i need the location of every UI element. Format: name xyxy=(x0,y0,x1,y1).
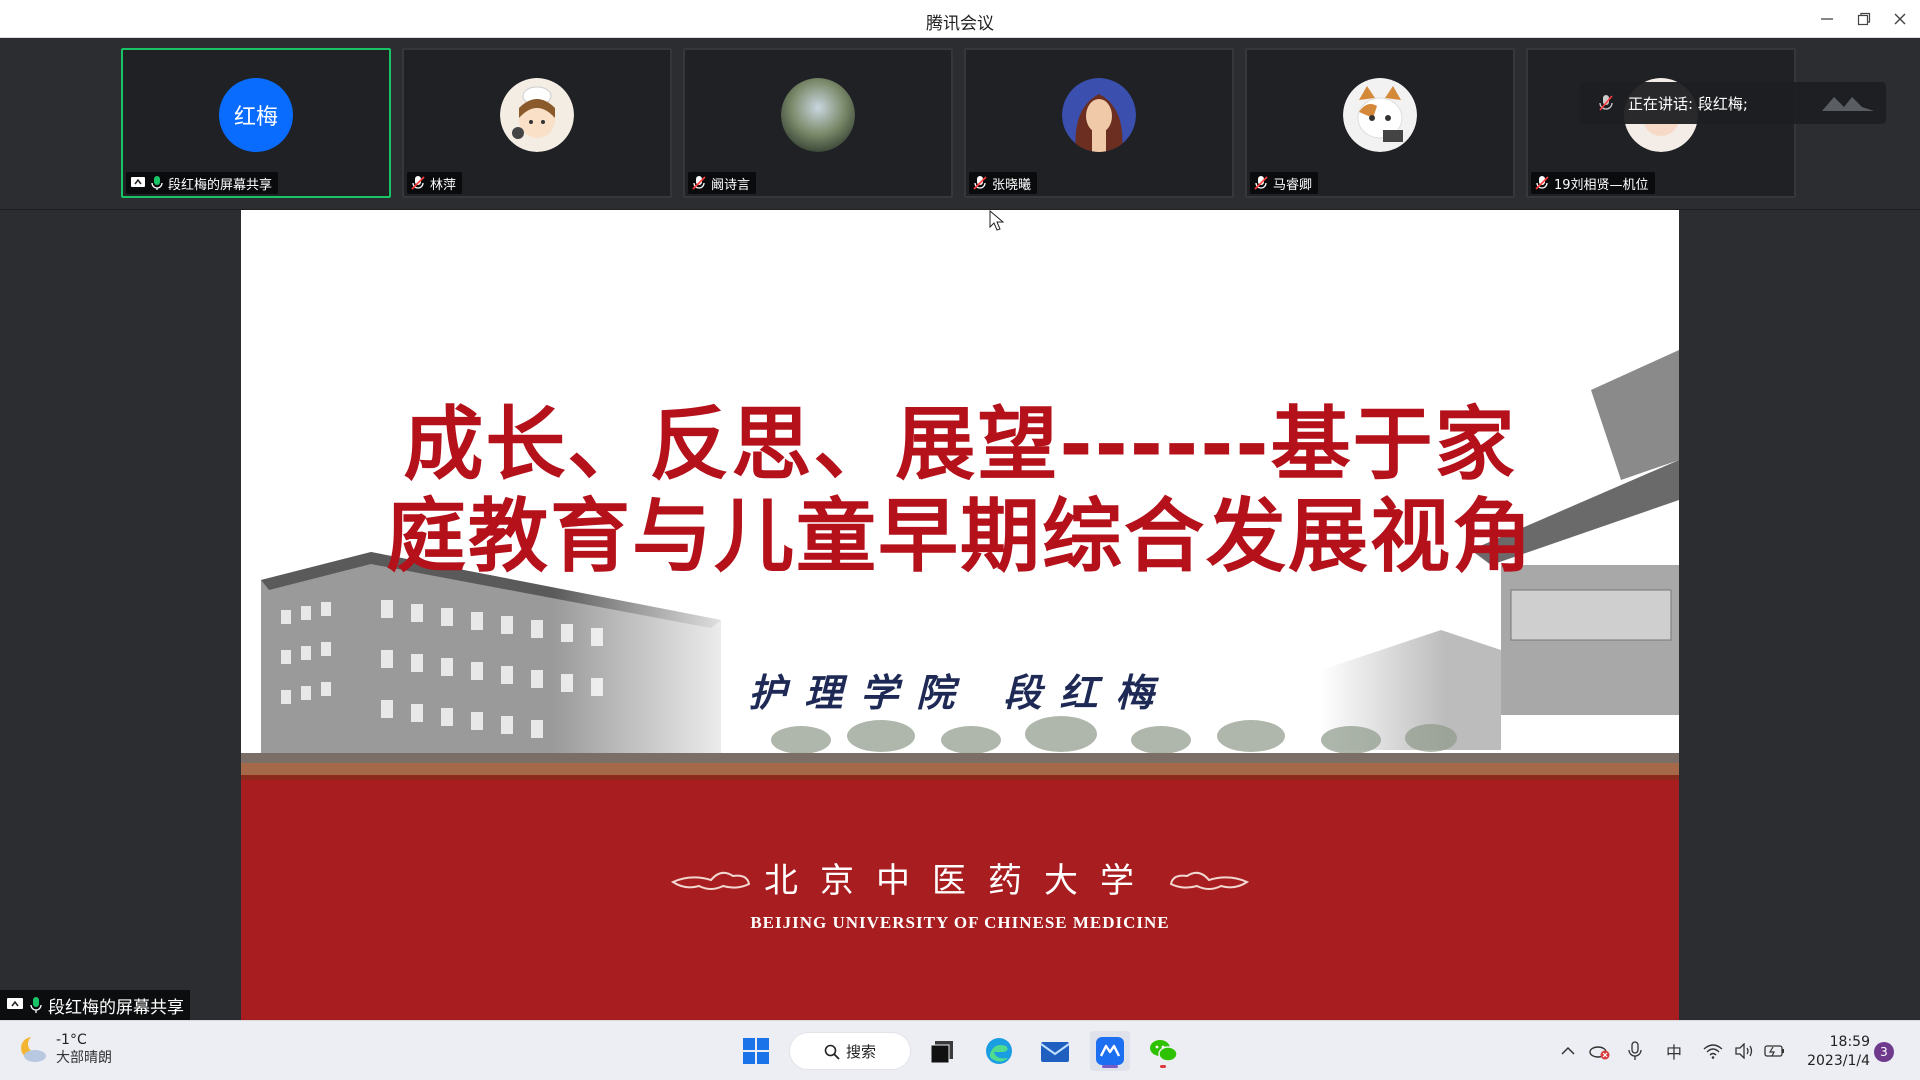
taskbar-search[interactable]: 搜索 xyxy=(789,1032,911,1070)
participant-name: 段红梅的屏幕共享 xyxy=(168,177,273,193)
input-method-button[interactable]: 中 xyxy=(1660,1021,1688,1080)
participant-tile[interactable]: 林萍 xyxy=(402,48,672,198)
cat-avatar-icon xyxy=(1343,78,1417,152)
restore-icon xyxy=(1857,12,1871,26)
microphone-icon xyxy=(1628,1041,1642,1060)
landscape-avatar-icon xyxy=(781,78,855,152)
avatar xyxy=(1343,78,1417,152)
university-name-en: BEIJING UNIVERSITY OF CHINESE MEDICINE xyxy=(750,913,1170,932)
window-title: 腾讯会议 xyxy=(926,14,994,34)
screen-share-icon xyxy=(7,998,23,1009)
notification-badge[interactable]: 3 xyxy=(1874,1042,1894,1062)
clock-date: 2023/1/4 xyxy=(1807,1053,1870,1069)
wifi-icon xyxy=(1703,1044,1723,1059)
name-tag: 张晓曦 xyxy=(969,172,1038,194)
mic-active-icon xyxy=(151,176,163,190)
running-indicator xyxy=(1102,1065,1118,1068)
running-indicator xyxy=(1160,1065,1166,1068)
name-tag: 19刘相贤—机位 xyxy=(1531,172,1655,194)
mail-button[interactable] xyxy=(1035,1031,1075,1071)
search-label: 搜索 xyxy=(846,1042,877,1061)
presentation-slide: 成长、反思、展望------基于家 庭教育与儿童早期综合发展视角 护理学院 段红… xyxy=(241,210,1679,1020)
screen-share-icon xyxy=(131,177,145,187)
windows-logo-icon xyxy=(743,1038,769,1064)
speaking-banner: 正在讲话: 段红梅; xyxy=(1580,82,1886,124)
onedrive-tray-button[interactable] xyxy=(1586,1021,1612,1080)
cloud-sync-error-icon xyxy=(1589,1046,1610,1060)
name-tag: 马睿卿 xyxy=(1250,172,1319,194)
tencent-meeting-icon xyxy=(1096,1037,1124,1065)
slide-author: 护理学院 段红梅 xyxy=(748,670,1172,715)
taskbar: -1°C 大部晴朗 搜索 中 18:59 2023/1/4 3 xyxy=(0,1020,1920,1080)
mic-muted-icon xyxy=(692,176,706,190)
name-tag: 林萍 xyxy=(407,172,463,194)
restore-button[interactable] xyxy=(1847,4,1881,34)
speaker-indicator-icon xyxy=(1822,97,1874,111)
roof-tiles-decoration xyxy=(241,753,1679,785)
speaking-text: 正在讲话: 段红梅; xyxy=(1628,94,1748,113)
participant-name: 阚诗言 xyxy=(711,177,751,193)
participant-name: 林萍 xyxy=(430,177,457,193)
mouse-cursor-icon xyxy=(989,210,1005,231)
slide-title-line2: 庭教育与儿童早期综合发展视角 xyxy=(386,490,1534,583)
clock[interactable]: 18:59 2023/1/4 xyxy=(1800,1033,1870,1071)
avatar: 红梅 xyxy=(219,78,293,152)
mic-muted-icon xyxy=(1599,95,1613,111)
participant-tile[interactable]: 马睿卿 xyxy=(1245,48,1515,198)
edge-icon xyxy=(986,1038,1012,1064)
mic-active-icon xyxy=(30,997,42,1013)
mic-muted-icon xyxy=(1254,176,1268,190)
shared-screen-area: 成长、反思、展望------基于家 庭教育与儿童早期综合发展视角 护理学院 段红… xyxy=(0,210,1920,1020)
wechat-button[interactable] xyxy=(1143,1031,1183,1071)
wifi-tray-button[interactable] xyxy=(1700,1021,1726,1080)
start-button[interactable] xyxy=(736,1031,776,1071)
name-tag: 阚诗言 xyxy=(688,172,757,194)
mail-icon xyxy=(1040,1042,1070,1062)
task-view-icon xyxy=(930,1041,953,1064)
wechat-icon xyxy=(1150,1040,1178,1062)
mic-muted-icon xyxy=(1535,176,1549,190)
participant-name: 19刘相贤—机位 xyxy=(1554,177,1649,193)
minimize-button[interactable] xyxy=(1810,4,1844,34)
volume-tray-button[interactable] xyxy=(1731,1021,1757,1080)
screen-share-label: 段红梅的屏幕共享 xyxy=(0,990,190,1020)
participant-tile[interactable]: 红梅 段红梅的屏幕共享 xyxy=(121,48,391,198)
avatar xyxy=(781,78,855,152)
input-method-label: 中 xyxy=(1665,1043,1682,1062)
show-hidden-icons-button[interactable] xyxy=(1556,1021,1580,1080)
microphone-tray-button[interactable] xyxy=(1622,1021,1648,1080)
participant-tile[interactable]: 张晓曦 xyxy=(964,48,1234,198)
title-bar: 腾讯会议 xyxy=(0,0,1920,38)
mic-muted-icon xyxy=(973,176,987,190)
battery-charging-icon xyxy=(1764,1045,1784,1057)
task-view-button[interactable] xyxy=(922,1031,962,1071)
close-icon xyxy=(1894,13,1906,25)
name-tag: 段红梅的屏幕共享 xyxy=(126,172,279,194)
portrait-avatar-icon xyxy=(1062,78,1136,152)
participant-tile[interactable]: 阚诗言 xyxy=(683,48,953,198)
moon-cloud-icon xyxy=(21,1035,46,1062)
avatar xyxy=(1062,78,1136,152)
participant-name: 马睿卿 xyxy=(1273,177,1313,193)
edge-browser-button[interactable] xyxy=(979,1031,1019,1071)
mic-muted-icon xyxy=(411,176,425,190)
battery-tray-button[interactable] xyxy=(1762,1021,1788,1080)
cartoon-chef-avatar-icon xyxy=(500,78,574,152)
weather-temperature: -1°C xyxy=(56,1032,87,1048)
university-name-cn: 北京中医药大学 xyxy=(764,861,1156,901)
volume-icon xyxy=(1735,1043,1753,1059)
participant-name: 张晓曦 xyxy=(992,177,1032,193)
tencent-meeting-button[interactable] xyxy=(1090,1031,1130,1071)
chevron-up-icon xyxy=(1561,1046,1575,1055)
close-button[interactable] xyxy=(1883,4,1917,34)
weather-condition: 大部晴朗 xyxy=(56,1050,112,1066)
video-strip: 红梅 段红梅的屏幕共享 林萍 阚诗言 张晓曦 马睿卿 19刘相贤—机位 正在讲话… xyxy=(0,38,1920,210)
minimize-icon xyxy=(1821,18,1833,20)
avatar xyxy=(500,78,574,152)
screen-share-label-text: 段红梅的屏幕共享 xyxy=(48,997,184,1018)
clock-time: 18:59 xyxy=(1829,1034,1870,1050)
weather-widget[interactable]: -1°C 大部晴朗 xyxy=(18,1031,112,1067)
search-icon xyxy=(824,1044,840,1060)
avatar-text: 红梅 xyxy=(219,78,293,152)
